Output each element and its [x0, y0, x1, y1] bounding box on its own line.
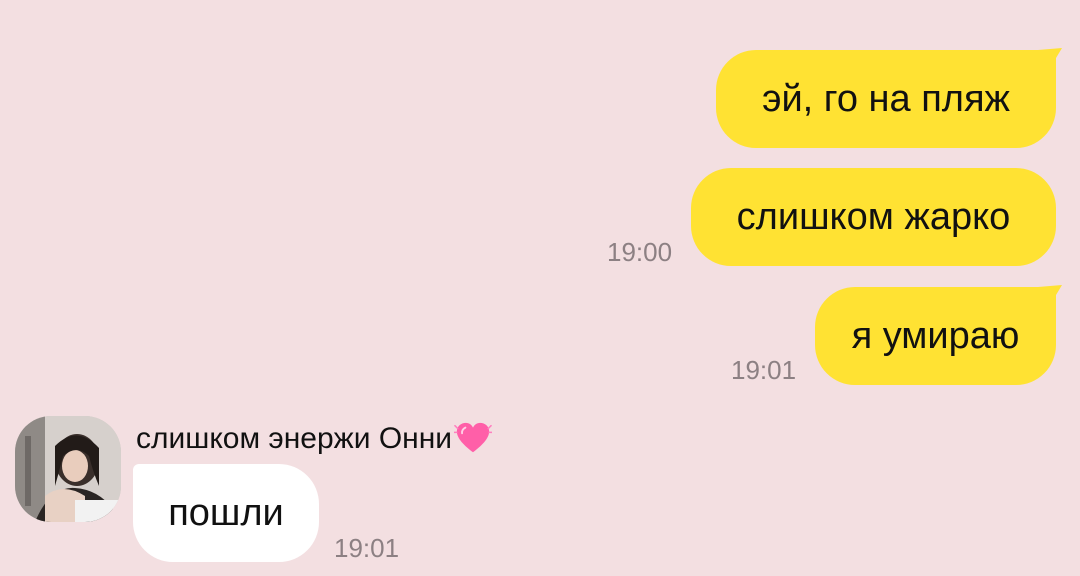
- message-text: эй, го на пляж: [762, 77, 1010, 120]
- bubble-tail: [1038, 285, 1062, 305]
- heart-icon: [454, 422, 493, 453]
- message-text: слишком жарко: [736, 195, 1011, 238]
- bubble-tail: [1038, 48, 1062, 68]
- outgoing-message-bubble[interactable]: я умираю: [815, 287, 1056, 385]
- outgoing-message-bubble[interactable]: слишком жарко: [691, 168, 1056, 266]
- incoming-message-bubble[interactable]: пошли: [133, 464, 319, 562]
- contact-avatar[interactable]: [15, 416, 121, 522]
- message-timestamp: 19:01: [334, 533, 400, 563]
- message-timestamp: 19:00: [607, 237, 673, 267]
- message-timestamp: 19:01: [731, 355, 797, 385]
- message-text: я умираю: [851, 314, 1020, 357]
- sender-name-text: слишком энержи Онни: [136, 422, 453, 455]
- avatar-photo: [15, 416, 121, 522]
- outgoing-message-bubble[interactable]: эй, го на пляж: [716, 50, 1056, 148]
- chat-screen: { "messages": [ {"direction": "outgoing"…: [0, 0, 1080, 576]
- message-text: пошли: [168, 491, 284, 534]
- sender-name: слишком энержи Онни: [136, 420, 493, 458]
